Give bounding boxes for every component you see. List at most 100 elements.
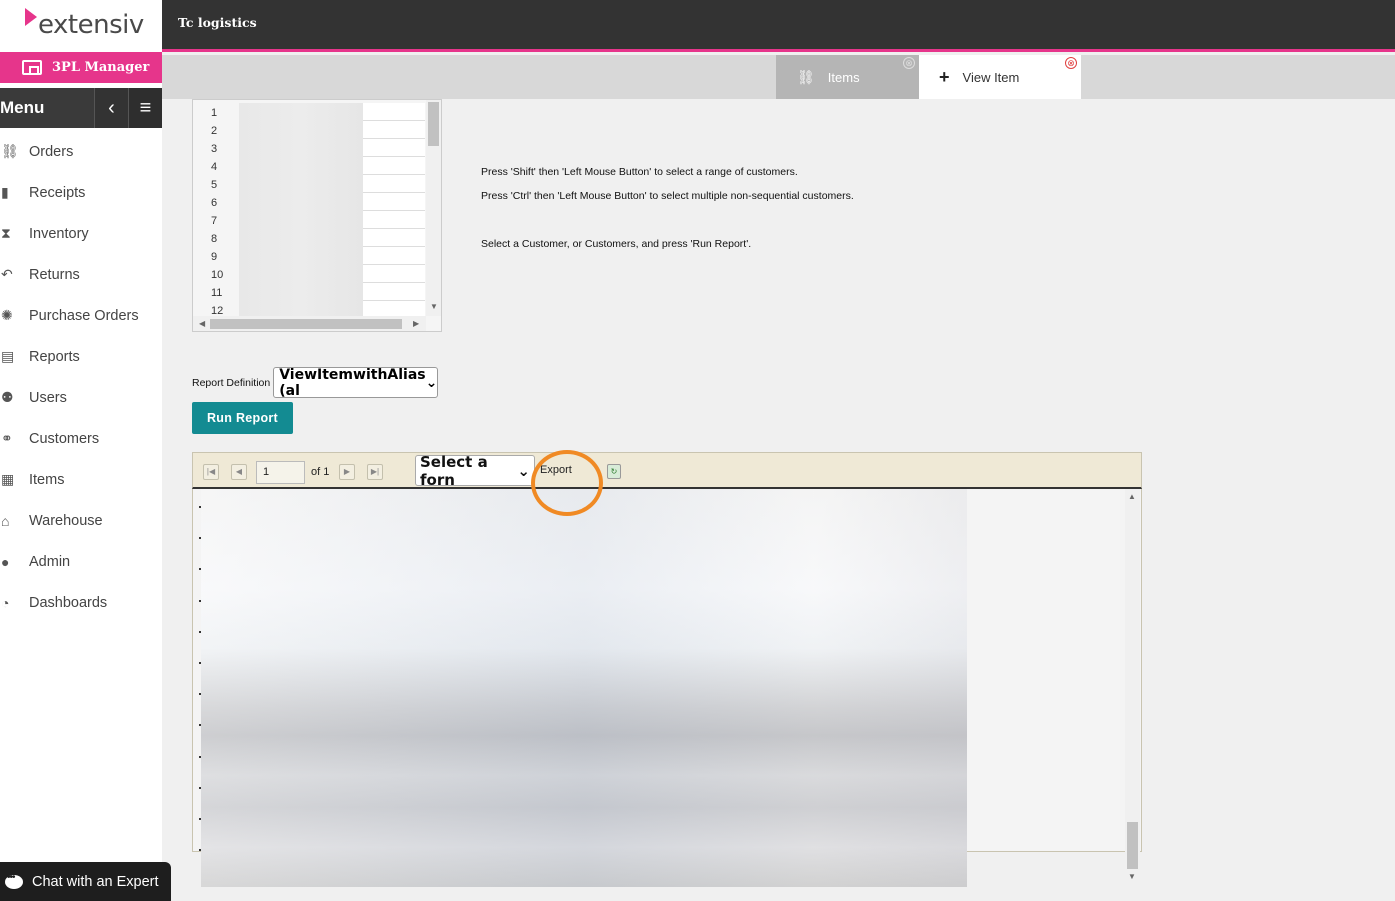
tab-view-item[interactable]: + View Item ⊗ [919, 55, 1081, 99]
arrow-down-icon[interactable]: ▼ [430, 302, 438, 311]
bullet [199, 662, 201, 664]
warehouse-icon [22, 60, 42, 75]
arrow-up-icon[interactable]: ▲ [1128, 492, 1136, 501]
table-row[interactable]: 5 [193, 175, 426, 193]
table-row[interactable]: 11 [193, 283, 426, 301]
undo-icon: ↶ [1, 266, 13, 282]
table-cell [363, 229, 425, 247]
sidebar-item-label: Dashboards [29, 594, 108, 611]
page-number-input[interactable]: 1 [256, 461, 305, 484]
hourglass-icon: ⧗ [1, 225, 11, 241]
instruction-ctrl: Press 'Ctrl' then 'Left Mouse Button' to… [481, 190, 854, 202]
handshake-icon: ⚭ [1, 430, 13, 446]
report-definition-label: Report Definition [192, 376, 271, 389]
cog-icon: ✺ [1, 307, 13, 323]
arrow-down-icon[interactable]: ▼ [1128, 872, 1136, 881]
sidebar-item-users[interactable]: ⚉ Users [0, 377, 162, 418]
row-number: 6 [211, 197, 218, 209]
chat-with-expert-button[interactable]: Chat with an Expert [0, 862, 171, 901]
tab-bar: ⛓ Items ⊗ + View Item ⊗ [162, 55, 1395, 99]
table-row[interactable]: 4 [193, 157, 426, 175]
sidebar-item-dashboards[interactable]: ◔ Dashboards [0, 582, 162, 623]
chevron-down-icon: ⌄ [425, 374, 438, 391]
highlight-circle [531, 450, 603, 516]
sidebar-item-purchase-orders[interactable]: ✺ Purchase Orders [0, 295, 162, 336]
redacted-cell [239, 247, 363, 265]
export-format-select[interactable]: Select a forn ⌄ [415, 452, 535, 489]
nav-list: ⛓ Orders ▮ Receipts ⧗ Inventory ↶ Returns ✺ P… [0, 131, 162, 623]
sidebar-item-items[interactable]: ▦ Items [0, 459, 162, 500]
prev-page-icon[interactable]: ◀ [231, 464, 247, 480]
instruction-shift: Press 'Shift' then 'Left Mouse Button' t… [481, 166, 798, 178]
sidebar-item-inventory[interactable]: ⧗ Inventory [0, 213, 162, 254]
chat-label: Chat with an Expert [32, 873, 159, 890]
sidebar-item-label: Purchase Orders [29, 307, 139, 324]
table-row[interactable]: 10 [193, 265, 426, 283]
sidebar-item-admin[interactable]: ● Admin [0, 541, 162, 582]
report-definition-select[interactable]: ViewItemwithAlias (al ⌄ [273, 367, 439, 399]
instructions: Press 'Shift' then 'Left Mouse Button' t… [481, 166, 854, 262]
logo[interactable]: extensiv [0, 0, 162, 52]
first-page-icon[interactable]: |◀ [203, 464, 219, 480]
table-cell [363, 175, 425, 193]
company-name: Tc logistics [178, 15, 257, 30]
select-value: Select a forn [420, 452, 488, 489]
row-number: 5 [211, 179, 218, 191]
chevron-left-icon[interactable]: ‹ [94, 88, 128, 128]
tab-label: View Item [962, 69, 1020, 85]
table-row[interactable]: 6 [193, 193, 426, 211]
close-icon[interactable]: ⊗ [903, 57, 915, 69]
sidebar-item-returns[interactable]: ↶ Returns [0, 254, 162, 295]
table-cell [363, 247, 425, 265]
redacted-cell [239, 103, 363, 121]
row-number: 4 [211, 161, 218, 173]
next-page-icon[interactable]: ▶ [339, 464, 355, 480]
scroll-thumb[interactable] [428, 102, 439, 146]
users-icon: ⚉ [1, 389, 14, 405]
close-icon[interactable]: ⊗ [1065, 57, 1077, 69]
table-cell [363, 121, 425, 139]
redacted-cell [239, 121, 363, 139]
scroll-thumb[interactable] [210, 319, 402, 329]
hamburger-icon[interactable]: ≡ [128, 88, 162, 128]
sidebar-item-reports[interactable]: ▤ Reports [0, 336, 162, 377]
sidebar-item-receipts[interactable]: ▮ Receipts [0, 172, 162, 213]
redacted-cell [239, 193, 363, 211]
table-row[interactable]: 3 [193, 139, 426, 157]
table-row[interactable]: 9 [193, 247, 426, 265]
sitemap-icon: ⛓ [797, 68, 815, 85]
sidebar-item-warehouse[interactable]: ⌂ Warehouse [0, 500, 162, 541]
gauge-icon: ◔ [1, 594, 10, 611]
logo-mark-icon [25, 8, 37, 26]
redacted-cell [239, 139, 363, 157]
row-number: 8 [211, 233, 218, 245]
tab-items[interactable]: ⛓ Items ⊗ [776, 55, 919, 99]
bullet [199, 568, 201, 570]
product-name: 3PL Manager [52, 60, 150, 75]
sidebar-item-customers[interactable]: ⚭ Customers [0, 418, 162, 459]
redacted-report-content [201, 489, 967, 887]
horizontal-scrollbar[interactable]: ◀ ▶ [193, 316, 426, 331]
report-vertical-scrollbar[interactable]: ▲ ▼ [1125, 489, 1140, 886]
sidebar-item-orders[interactable]: ⛓ Orders [0, 131, 162, 172]
table-row[interactable]: 8 [193, 229, 426, 247]
scroll-thumb[interactable] [1127, 822, 1138, 869]
arrow-right-icon[interactable]: ▶ [413, 319, 419, 328]
table-row[interactable]: 2 [193, 121, 426, 139]
sidebar-item-label: Admin [29, 553, 71, 570]
home-icon: ⌂ [1, 512, 10, 529]
sidebar-item-label: Customers [29, 430, 100, 447]
grid-icon: ▦ [1, 471, 15, 487]
row-number: 7 [211, 215, 218, 227]
sidebar-item-label: Items [29, 471, 65, 488]
arrow-left-icon[interactable]: ◀ [199, 319, 205, 328]
vertical-scrollbar[interactable]: ▼ [426, 100, 441, 316]
table-row[interactable]: 7 [193, 211, 426, 229]
refresh-icon[interactable]: ↻ [607, 464, 621, 479]
run-report-button[interactable]: Run Report [192, 402, 293, 434]
customer-list[interactable]: 1 2 3 4 5 6 7 8 9 10 11 12 ▼ ◀ ▶ [192, 99, 442, 332]
row-number: 3 [211, 143, 218, 155]
table-row[interactable]: 1 [193, 103, 426, 121]
last-page-icon[interactable]: ▶| [367, 464, 383, 480]
table-cell [363, 103, 425, 121]
